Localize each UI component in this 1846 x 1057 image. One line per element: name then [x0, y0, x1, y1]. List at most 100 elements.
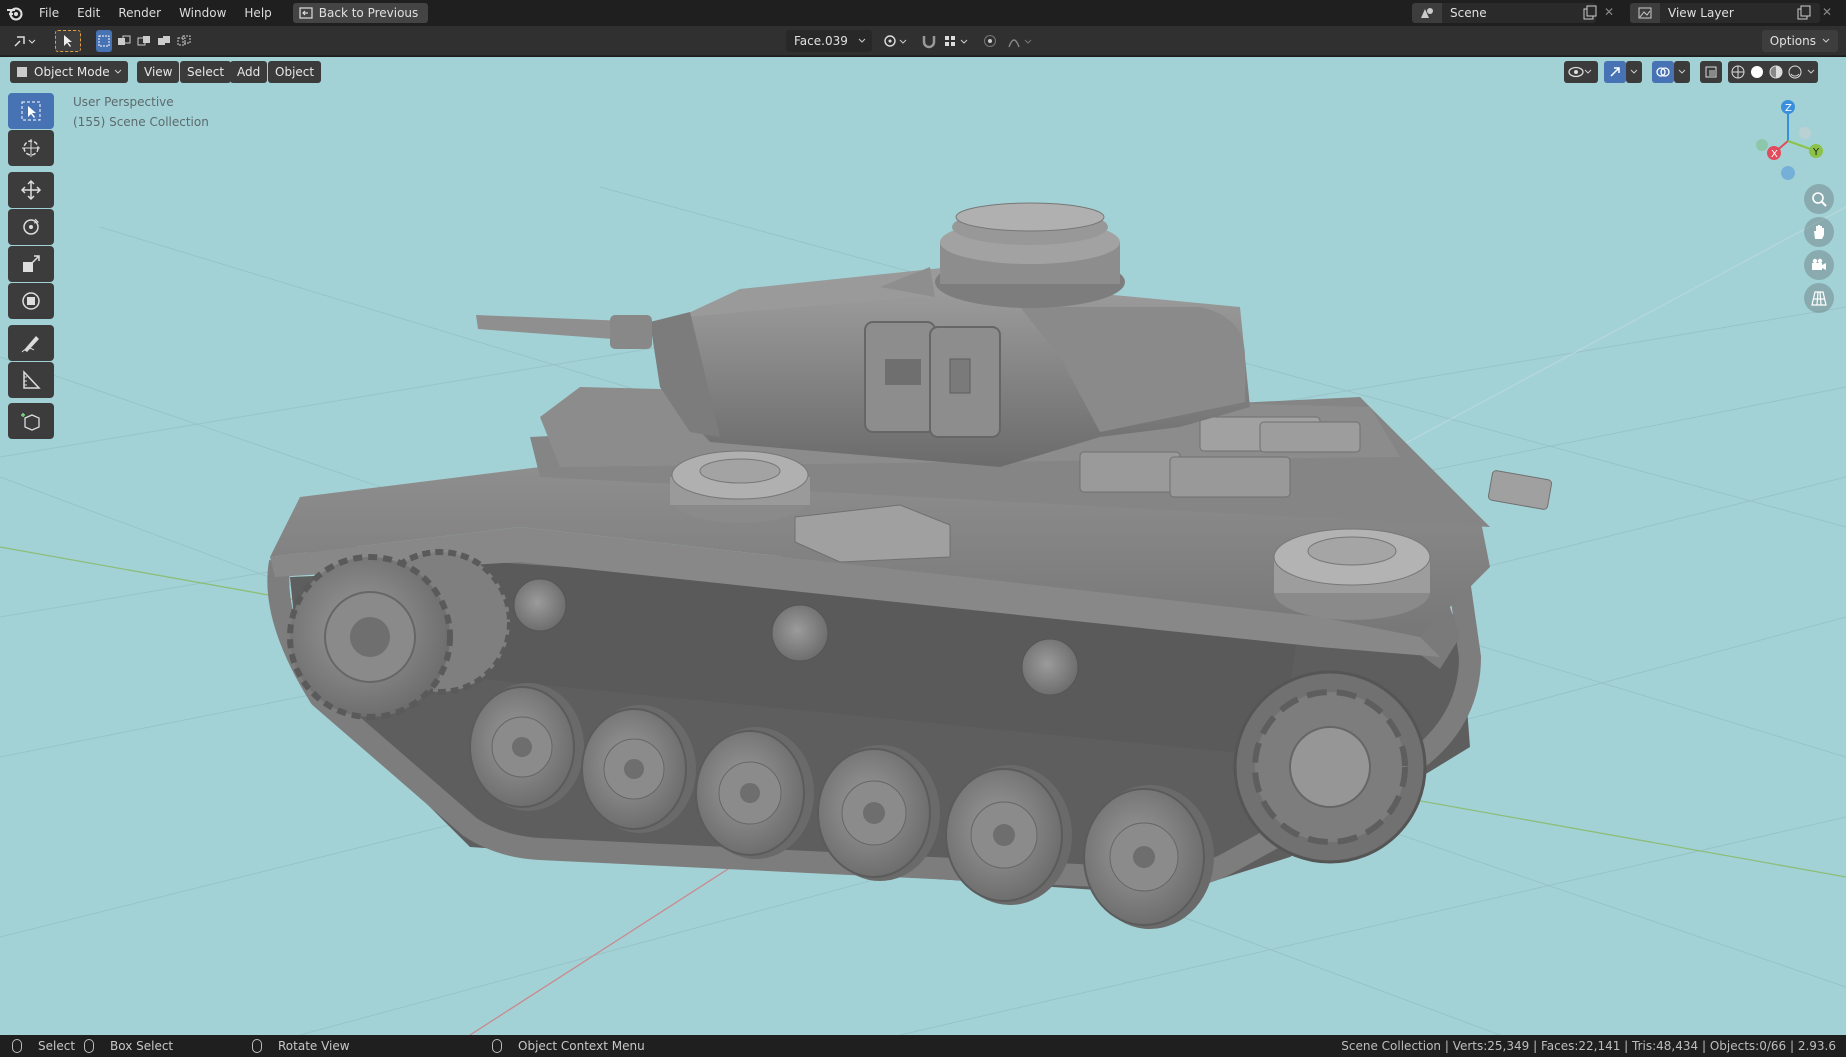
- tool-scale[interactable]: [8, 246, 54, 282]
- pan-hand-icon[interactable]: [1804, 217, 1834, 247]
- visibility-eye-icon[interactable]: [1564, 61, 1598, 83]
- shading-mode-group: [1728, 61, 1818, 83]
- viewport-menu-view[interactable]: View: [137, 61, 180, 83]
- menu-file[interactable]: File: [30, 0, 68, 26]
- xray-toggle-icon[interactable]: [1700, 61, 1722, 83]
- tool-rotate[interactable]: [8, 209, 54, 245]
- view-layer-selector[interactable]: View Layer: [1630, 3, 1820, 23]
- tool-transform[interactable]: [8, 283, 54, 319]
- svg-text:Y: Y: [1812, 147, 1820, 158]
- select-mode-icon[interactable]: [55, 30, 81, 52]
- menu-window[interactable]: Window: [170, 0, 235, 26]
- grid-icon[interactable]: [1804, 283, 1834, 313]
- options-label: Options: [1769, 34, 1816, 48]
- tool-annotate[interactable]: [8, 325, 54, 361]
- rotate-icon: [23, 218, 39, 235]
- back-to-previous-button[interactable]: Back to Previous: [292, 3, 429, 23]
- select-subtract-icon[interactable]: [136, 30, 152, 52]
- idler-wheel: [1233, 670, 1427, 864]
- scene-selector[interactable]: Scene: [1412, 3, 1596, 23]
- scene-statistics: Scene Collection | Verts:25,349 | Faces:…: [1341, 1039, 1836, 1053]
- tool-cursor[interactable]: [8, 130, 54, 166]
- scene-close-icon[interactable]: ✕: [1604, 5, 1618, 21]
- back-arrow-icon: [299, 7, 313, 19]
- grid-diagonal: [1379, 206, 1846, 458]
- blender-logo-icon[interactable]: [0, 0, 30, 26]
- proportional-edit-icon[interactable]: [982, 30, 998, 52]
- editor-type-icon[interactable]: [8, 30, 42, 52]
- mouse-right-icon: [492, 1039, 502, 1053]
- mouse-left-icon: [12, 1039, 22, 1053]
- transform-orientation-dropdown[interactable]: Face.039: [786, 30, 872, 52]
- solid-shading-icon[interactable]: [1750, 65, 1764, 79]
- menu-render[interactable]: Render: [109, 0, 170, 26]
- transform-icon: [22, 292, 40, 310]
- 3d-viewport[interactable]: Object Mode View Select Add Object User …: [0, 57, 1846, 1035]
- viewport-perspective-label: User Perspective: [73, 95, 174, 109]
- add-cube-icon: [21, 413, 40, 431]
- view-layer-copy-icon[interactable]: [1796, 5, 1812, 21]
- select-invert-icon[interactable]: [156, 30, 172, 52]
- select-intersect-icon[interactable]: [176, 30, 192, 52]
- status-box-select: Box Select: [84, 1035, 173, 1057]
- header-toolbar: Face.039 Options: [0, 26, 1846, 56]
- tool-select-box[interactable]: [8, 93, 54, 129]
- scene-name: Scene: [1450, 6, 1487, 20]
- mouse-middle-icon: [252, 1039, 262, 1053]
- chevron-down-icon[interactable]: [1626, 61, 1642, 83]
- top-menu-bar: File Edit Render Window Help Back to Pre…: [0, 0, 1846, 26]
- chevron-down-icon[interactable]: [1674, 61, 1690, 83]
- status-select: Select: [12, 1035, 75, 1057]
- select-box-icon: [21, 101, 41, 121]
- view-layer-name: View Layer: [1668, 6, 1734, 20]
- status-box-select-label: Box Select: [110, 1039, 174, 1053]
- scene-icon: [1412, 3, 1442, 23]
- move-icon: [20, 179, 42, 201]
- view-layer-icon: [1630, 3, 1660, 23]
- overlays-toggle-icon[interactable]: [1652, 61, 1674, 83]
- material-shading-icon[interactable]: [1769, 65, 1783, 79]
- zoom-icon[interactable]: [1804, 184, 1834, 214]
- mouse-drag-icon: [84, 1039, 94, 1053]
- chevron-down-icon: [1822, 38, 1830, 43]
- rendered-shading-icon[interactable]: [1788, 65, 1802, 79]
- svg-text:Z: Z: [1785, 103, 1792, 114]
- viewport-menu-add[interactable]: Add: [230, 61, 268, 83]
- menu-edit[interactable]: Edit: [68, 0, 109, 26]
- snap-increment-icon[interactable]: [940, 30, 974, 52]
- chevron-down-icon: [114, 69, 122, 74]
- svg-text:X: X: [1771, 149, 1778, 160]
- select-new-icon[interactable]: [96, 30, 112, 52]
- annotate-icon: [21, 336, 39, 353]
- camera-icon[interactable]: [1804, 250, 1834, 280]
- status-rotate-view: Rotate View: [252, 1035, 350, 1057]
- viewport-menu-object[interactable]: Object: [268, 61, 322, 83]
- status-context-menu-label: Object Context Menu: [518, 1039, 645, 1053]
- object-mode-label: Object Mode: [34, 65, 110, 79]
- chevron-down-icon[interactable]: [1807, 69, 1815, 75]
- viewport-collection-label: (155) Scene Collection: [73, 115, 209, 129]
- cursor-icon: [22, 139, 40, 157]
- select-extend-icon[interactable]: [116, 30, 132, 52]
- status-bar: Select Box Select Rotate View Object Con…: [0, 1035, 1846, 1057]
- tool-move[interactable]: [8, 172, 54, 208]
- status-context-menu: Object Context Menu: [492, 1035, 645, 1057]
- options-button[interactable]: Options: [1761, 30, 1838, 52]
- scale-icon: [23, 255, 40, 272]
- chevron-down-icon: [858, 38, 866, 43]
- view-layer-close-icon[interactable]: ✕: [1822, 5, 1836, 21]
- wireframe-shading-icon[interactable]: [1731, 65, 1745, 79]
- back-to-previous-label: Back to Previous: [318, 6, 419, 20]
- gizmo-toggle-icon[interactable]: [1604, 61, 1626, 83]
- object-mode-dropdown[interactable]: Object Mode: [10, 61, 128, 83]
- viewport-menu-select[interactable]: Select: [180, 61, 232, 83]
- tool-add-cube[interactable]: [8, 403, 54, 439]
- navigation-gizmo[interactable]: Z X Y: [1740, 93, 1830, 183]
- pivot-point-icon[interactable]: [880, 30, 910, 52]
- tool-measure[interactable]: [8, 362, 54, 398]
- status-rotate-view-label: Rotate View: [278, 1039, 350, 1053]
- snap-magnet-icon[interactable]: [918, 30, 940, 52]
- menu-help[interactable]: Help: [235, 0, 280, 26]
- scene-copy-icon[interactable]: [1582, 5, 1598, 21]
- falloff-curve-icon[interactable]: [1004, 30, 1038, 52]
